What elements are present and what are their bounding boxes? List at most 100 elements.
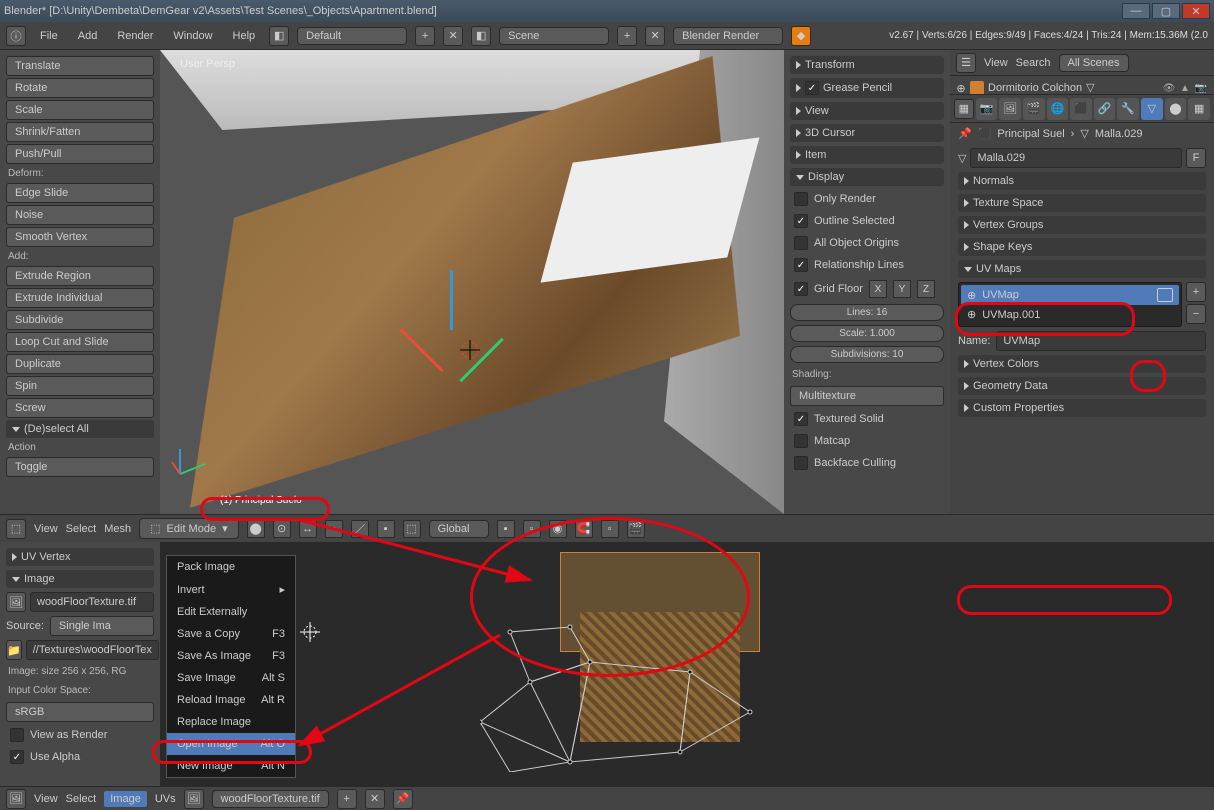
minimize-button[interactable]: — <box>1122 3 1150 19</box>
tab-constraints[interactable]: 🔗 <box>1094 98 1116 120</box>
layer-1[interactable]: ▪ <box>497 520 515 538</box>
grid-scale-field[interactable]: Scale: 1.000 <box>790 325 944 342</box>
limit-sel-icon[interactable]: ⬚ <box>403 520 421 538</box>
scene-browse-icon[interactable]: ◧ <box>471 26 491 46</box>
mesh-link-icon[interactable]: ▽ <box>958 152 966 165</box>
3dview-menu-view[interactable]: View <box>34 523 58 535</box>
opengl-render-icon[interactable]: 🎬 <box>627 520 645 538</box>
uvmap-item-2[interactable]: ⊕ UVMap.001 <box>961 305 1179 324</box>
texspace-panel[interactable]: Texture Space <box>958 194 1206 212</box>
pivot-icon[interactable]: ⊙ <box>273 520 291 538</box>
menu-file[interactable]: File <box>34 30 64 42</box>
expand-icon[interactable]: ⊕ <box>956 82 966 95</box>
backface-checkbox[interactable] <box>794 456 808 470</box>
uv-menu-view[interactable]: View <box>34 793 58 805</box>
tool-spin[interactable]: Spin <box>6 376 154 396</box>
menu-render[interactable]: Render <box>111 30 159 42</box>
view-render-checkbox[interactable] <box>10 728 24 742</box>
image-add-icon[interactable]: + <box>337 789 357 809</box>
sel-face-icon[interactable]: ▪ <box>377 520 395 538</box>
image-menu-item[interactable]: New ImageAlt N <box>167 755 295 777</box>
layout-del-icon[interactable]: ✕ <box>443 26 463 46</box>
mesh-data-icon[interactable]: ▽ <box>1086 81 1100 94</box>
matcap-checkbox[interactable] <box>794 434 808 448</box>
render-engine-dropdown[interactable]: Blender Render <box>673 27 783 45</box>
axis-z-toggle[interactable]: Z <box>917 280 935 298</box>
all-origins-checkbox[interactable] <box>794 236 808 250</box>
uvmap-name-field[interactable]: UVMap <box>996 331 1206 351</box>
panel-item[interactable]: Item <box>790 146 944 164</box>
normals-panel[interactable]: Normals <box>958 172 1206 190</box>
vcolors-panel[interactable]: Vertex Colors <box>958 355 1206 373</box>
menu-help[interactable]: Help <box>227 30 262 42</box>
3dview-menu-mesh[interactable]: Mesh <box>104 523 131 535</box>
image-menu-item[interactable]: Replace Image <box>167 711 295 733</box>
selectable-icon[interactable]: ▲ <box>1178 81 1192 94</box>
image-menu-item[interactable]: Invert▸ <box>167 578 295 601</box>
deselect-panel[interactable]: (De)select All <box>6 420 154 438</box>
image-name-field[interactable]: woodFloorTexture.tif <box>30 592 154 612</box>
3d-viewport[interactable]: User Persp (1) Principal Suelo <box>160 50 784 514</box>
outliner-tree[interactable]: ⊕ Dormitorio Colchon ▽ 👁 ▲ 📷 ⊕ Dormitori… <box>950 76 1214 94</box>
layout-prev-icon[interactable]: ◧ <box>269 26 289 46</box>
uv-editor-type-icon[interactable]: 🖼 <box>6 789 26 809</box>
shading-sphere-icon[interactable]: ⬤ <box>247 520 265 538</box>
outliner-search-menu[interactable]: Search <box>1016 57 1051 69</box>
uvmap-list[interactable]: ⊕ UVMap ⊕ UVMap.001 <box>958 282 1182 327</box>
tool-loopcut[interactable]: Loop Cut and Slide <box>6 332 154 352</box>
axis-y-toggle[interactable]: Y <box>893 280 911 298</box>
relationship-checkbox[interactable] <box>794 258 808 272</box>
grid-subdiv-field[interactable]: Subdivisions: 10 <box>790 346 944 363</box>
image-menu-item[interactable]: Edit Externally <box>167 601 295 623</box>
panel-view[interactable]: View <box>790 102 944 120</box>
renderable-icon[interactable]: 📷 <box>1194 81 1208 94</box>
uv-menu-select[interactable]: Select <box>66 793 97 805</box>
tool-scale[interactable]: Scale <box>6 100 154 120</box>
image-menu-item[interactable]: Save a CopyF3 <box>167 623 295 645</box>
scene-add-icon[interactable]: + <box>617 26 637 46</box>
image-selector[interactable]: woodFloorTexture.tif <box>212 790 329 808</box>
manipulator-icon[interactable]: ↔ <box>299 520 317 538</box>
filepath-browse-icon[interactable]: 📁 <box>6 640 22 660</box>
tool-smooth-vertex[interactable]: Smooth Vertex <box>6 227 154 247</box>
scene-del-icon[interactable]: ✕ <box>645 26 665 46</box>
geodata-panel[interactable]: Geometry Data <box>958 377 1206 395</box>
customprops-panel[interactable]: Custom Properties <box>958 399 1206 417</box>
tool-push-pull[interactable]: Push/Pull <box>6 144 154 164</box>
outliner-editor-icon[interactable]: ☰ <box>956 53 976 73</box>
breadcrumb-object[interactable]: Principal Suel <box>997 128 1064 140</box>
visibility-icon[interactable]: 👁 <box>1162 81 1176 94</box>
shading-dropdown[interactable]: Multitexture <box>790 386 944 406</box>
maximize-button[interactable]: ▢ <box>1152 3 1180 19</box>
snap-icon[interactable]: 🧲 <box>575 520 593 538</box>
prop-edit-icon[interactable]: ◉ <box>549 520 567 538</box>
tab-modifiers[interactable]: 🔧 <box>1117 98 1139 120</box>
fake-user-button[interactable]: F <box>1186 148 1206 168</box>
image-browse-icon[interactable]: 🖼 <box>6 592 26 612</box>
source-dropdown[interactable]: Single Ima <box>50 616 154 636</box>
colorspace-dropdown[interactable]: sRGB <box>6 702 154 722</box>
image-menu-item[interactable]: Open ImageAlt O <box>167 733 295 755</box>
image-menu-item[interactable]: Reload ImageAlt R <box>167 689 295 711</box>
tool-duplicate[interactable]: Duplicate <box>6 354 154 374</box>
outliner-row[interactable]: ⊕ Dormitorio Colchon ▽ 👁 ▲ 📷 <box>952 78 1212 94</box>
tab-scene[interactable]: 🎬 <box>1023 98 1045 120</box>
tool-edge-slide[interactable]: Edge Slide <box>6 183 154 203</box>
orientation-dropdown[interactable]: Global <box>429 520 489 538</box>
image-unlink-icon[interactable]: ✕ <box>365 789 385 809</box>
grease-checkbox[interactable] <box>805 81 819 95</box>
gridfloor-checkbox[interactable] <box>794 282 808 296</box>
menu-add[interactable]: Add <box>72 30 104 42</box>
panel-grease-pencil[interactable]: Grease Pencil <box>790 78 944 98</box>
tab-render[interactable]: 📷 <box>976 98 998 120</box>
outliner-filter[interactable]: All Scenes <box>1059 54 1129 72</box>
tool-screw[interactable]: Screw <box>6 398 154 418</box>
editor-type-icon[interactable]: ⓘ <box>6 26 26 46</box>
uv-editor-view[interactable] <box>160 542 1214 786</box>
mode-dropdown[interactable]: ⬚ Edit Mode ▾ <box>139 518 238 539</box>
layout-add-icon[interactable]: + <box>415 26 435 46</box>
tool-noise[interactable]: Noise <box>6 205 154 225</box>
sel-vertex-icon[interactable]: ▫ <box>325 520 343 538</box>
tool-subdivide[interactable]: Subdivide <box>6 310 154 330</box>
close-button[interactable]: ✕ <box>1182 3 1210 19</box>
